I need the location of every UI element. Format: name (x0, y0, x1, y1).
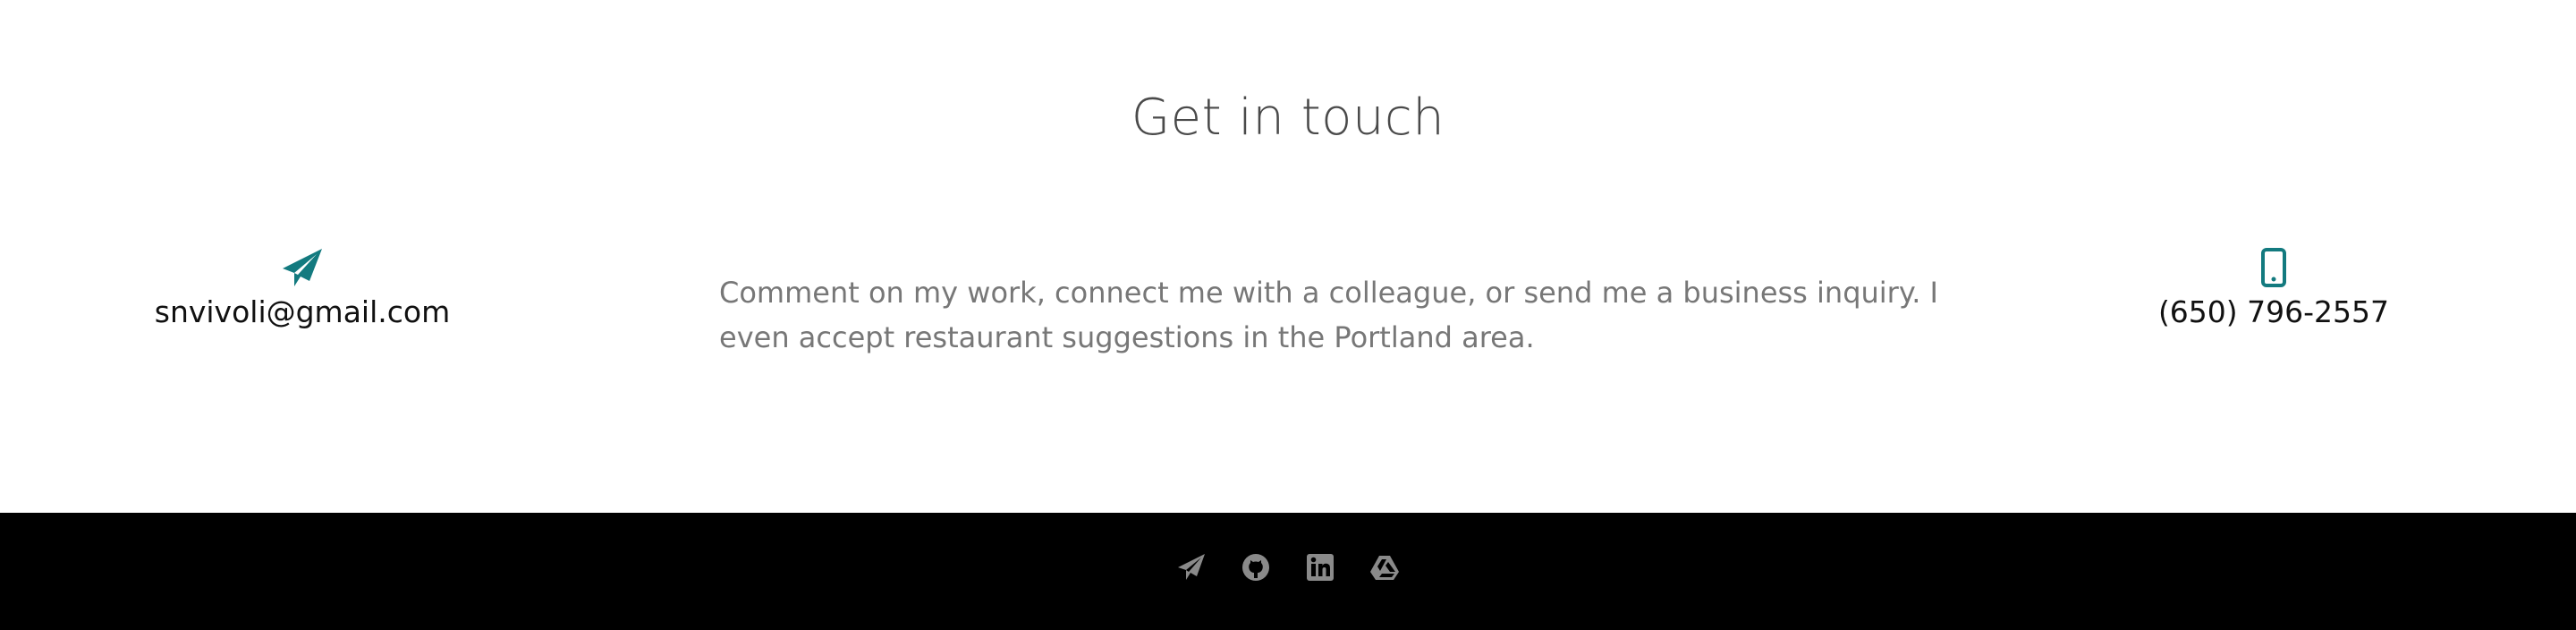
contact-message: Comment on my work, connect me with a co… (719, 276, 1938, 354)
email-address[interactable]: snvivoli@gmail.com (123, 294, 481, 331)
linkedin-icon[interactable] (1305, 552, 1335, 583)
section-heading: Get in touch (1131, 89, 1445, 147)
mobile-phone-icon (2095, 247, 2453, 290)
email-contact: snvivoli@gmail.com (123, 247, 481, 331)
social-links (0, 552, 2576, 583)
phone-contact: (650) 796-2557 (2095, 247, 2453, 331)
footer (0, 513, 2576, 630)
phone-number[interactable]: (650) 796-2557 (2095, 294, 2453, 331)
google-drive-icon[interactable] (1369, 552, 1400, 583)
paper-plane-icon[interactable] (1176, 552, 1207, 583)
contact-section: Get in touch snvivoli@gmail.com Comment … (0, 0, 2576, 513)
github-icon[interactable] (1241, 552, 1271, 583)
paper-plane-icon (123, 247, 481, 290)
